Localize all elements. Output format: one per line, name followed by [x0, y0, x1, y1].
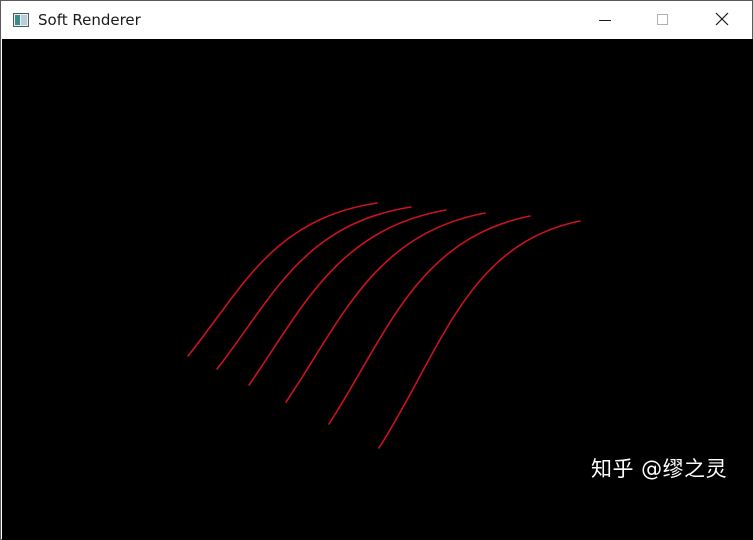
minimize-icon — [599, 11, 611, 30]
rendered-curve — [285, 212, 486, 403]
watermark-text: 知乎 @缪之灵 — [591, 457, 728, 481]
maximize-icon — [657, 11, 669, 30]
minimize-button[interactable] — [576, 1, 634, 39]
close-button[interactable] — [693, 1, 751, 39]
maximize-button[interactable] — [634, 1, 692, 39]
rendered-curve — [248, 209, 447, 386]
title-bar[interactable]: Soft Renderer — [1, 1, 752, 39]
app-window-icon — [13, 12, 29, 27]
app-window: Soft Renderer 知乎 @缪之灵 — [0, 0, 753, 540]
rendered-curve — [378, 220, 581, 449]
close-icon — [715, 11, 729, 30]
window-title: Soft Renderer — [38, 11, 141, 29]
